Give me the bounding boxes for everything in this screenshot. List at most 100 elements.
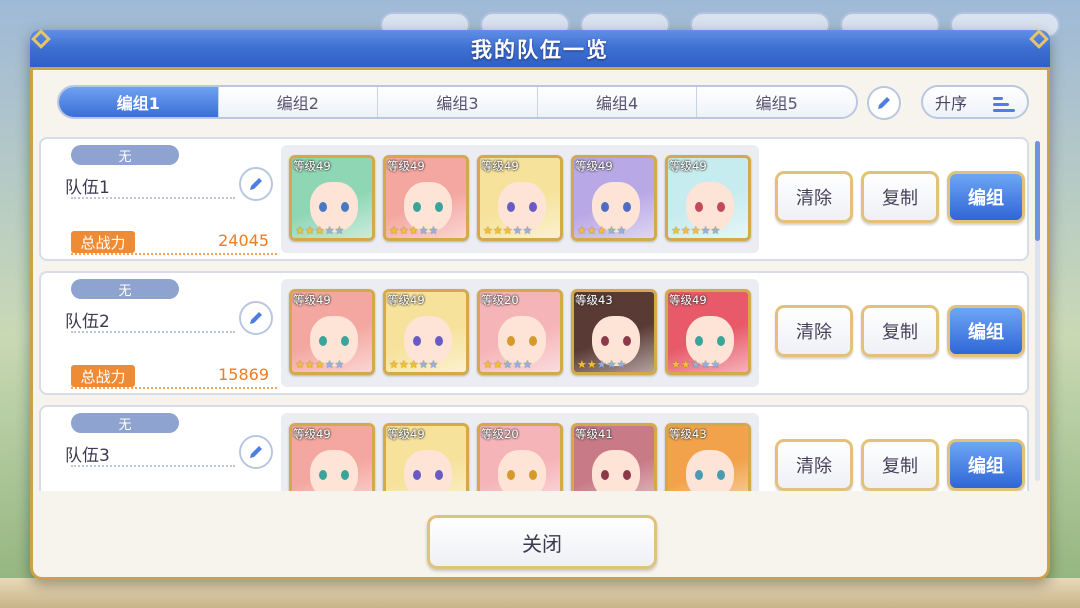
character-portrait[interactable]: 等级43★★★★★ [571,289,657,375]
close-button[interactable]: 关闭 [427,515,657,569]
rename-group-button[interactable] [867,86,901,120]
character-eye [695,470,703,480]
background-bottom-nav [0,578,1080,608]
character-level: 等级49 [669,293,707,307]
corner-ornament-icon [1029,29,1049,49]
character-eye [319,202,327,212]
sort-icon [993,97,1015,115]
copy-button[interactable]: 复制 [861,305,939,357]
character-eye [413,470,421,480]
character-eye [341,470,349,480]
character-portrait[interactable]: 等级49★★★★★ [383,423,469,491]
total-power-label: 总战力 [71,365,135,387]
divider [71,387,277,389]
character-eye [717,470,725,480]
team-row: 无 队伍1 总战力 24045 等级49 ★★★★★ 等级49 ★★★★★ 等级49 ★★… [39,137,1029,261]
star-rating-icon: ★★★★★ [483,358,533,371]
character-portrait[interactable]: 等级20 ★★★★★ [477,289,563,375]
character-eye [529,202,537,212]
character-portrait[interactable]: 等级49 ★★★★★ [665,155,751,241]
pencil-icon [878,97,890,109]
character-portrait[interactable]: 等级49★★★★★ [289,289,375,375]
star-rating-icon: ★★★★★ [671,358,721,371]
character-eye [717,336,725,346]
character-eye [623,336,631,346]
tab-group-3[interactable]: 编组3 [378,87,538,117]
character-portrait[interactable]: 等级49★★★★★ [289,155,375,241]
character-eye [507,336,515,346]
team-list[interactable]: 无 队伍1 总战力 24045 等级49 ★★★★★ 等级49 ★★★★★ 等级49 ★★… [39,137,1029,491]
edit-team-button[interactable]: 编组 [947,171,1025,223]
list-scrollbar[interactable] [1035,141,1040,481]
character-portrait[interactable]: 等级49★★★★★ [571,155,657,241]
group-tab-bar: 编组1 编组2 编组3 编组4 编组5 [57,85,858,119]
character-eye [623,470,631,480]
tab-group-2[interactable]: 编组2 [218,87,379,117]
character-eye [507,202,515,212]
star-rating-icon: ★★★★★ [671,224,721,237]
copy-button[interactable]: 复制 [861,171,939,223]
clear-button[interactable]: 清除 [775,439,853,491]
total-power-value: 15869 [218,365,269,384]
scrollbar-thumb[interactable] [1035,141,1040,241]
character-level: 等级49 [387,427,425,441]
character-portrait[interactable]: 等级41★★★★★ [571,423,657,491]
rename-team-button[interactable] [239,167,273,201]
character-level: 等级49 [293,159,331,173]
team-members: 等级49★★★★★等级49★★★★★等级20★★★★★等级41★★★★★等级43… [281,413,759,491]
character-eye [341,336,349,346]
character-portrait[interactable]: 等级49 ★★★★★ [665,289,751,375]
character-eye [529,336,537,346]
character-portrait[interactable]: 等级49★★★★★ [383,289,469,375]
pencil-icon [250,178,262,190]
character-eye [623,202,631,212]
character-portrait[interactable]: 等级49★★★★★ [289,423,375,491]
star-rating-icon: ★★★★★ [389,224,439,237]
rename-team-button[interactable] [239,435,273,469]
character-level: 等级41 [575,427,613,441]
character-level: 等级43 [669,427,707,441]
character-level: 等级49 [481,159,519,173]
team-members: 等级49 ★★★★★ 等级49 ★★★★★ 等级49 ★★★★★ 等级49 ★★★★★ 等级49… [281,145,759,253]
character-level: 等级49 [669,159,707,173]
character-portrait[interactable]: 等级49 ★★★★★ [383,155,469,241]
character-level: 等级20 [481,293,519,307]
character-eye [507,470,515,480]
character-eye [601,202,609,212]
character-face [592,450,640,491]
character-portrait[interactable]: 等级20★★★★★ [477,423,563,491]
team-tag: 无 [71,413,179,433]
character-level: 等级49 [387,293,425,307]
character-eye [413,202,421,212]
sort-order-button[interactable]: 升序 [921,85,1029,119]
character-face [686,450,734,491]
tab-group-1[interactable]: 编组1 [59,87,219,117]
star-rating-icon: ★★★★★ [577,358,627,371]
tab-group-4[interactable]: 编组4 [537,87,698,117]
sort-order-label: 升序 [935,94,968,113]
rename-team-button[interactable] [239,301,273,335]
character-portrait[interactable]: 等级43★★★★★ [665,423,751,491]
team-row: 无 队伍3 等级49★★★★★等级49★★★★★等级20★★★★★等级41★★★… [39,405,1029,491]
total-power-label: 总战力 [71,231,135,253]
total-power-value: 24045 [218,231,269,250]
character-eye [319,336,327,346]
tab-group-5[interactable]: 编组5 [697,87,856,117]
character-eye [695,202,703,212]
character-level: 等级49 [293,427,331,441]
edit-team-button[interactable]: 编组 [947,439,1025,491]
divider [71,253,277,255]
character-eye [341,202,349,212]
clear-button[interactable]: 清除 [775,171,853,223]
edit-team-button[interactable]: 编组 [947,305,1025,357]
clear-button[interactable]: 清除 [775,305,853,357]
divider [71,331,235,333]
character-face [310,450,358,491]
character-eye [529,470,537,480]
character-portrait[interactable]: 等级49 ★★★★★ [477,155,563,241]
star-rating-icon: ★★★★★ [483,224,533,237]
character-eye [601,336,609,346]
team-row: 无 队伍2 总战力 15869 等级49 ★★★★★ 等级49 ★★★★★ 等级20 ★★… [39,271,1029,395]
character-level: 等级49 [387,159,425,173]
copy-button[interactable]: 复制 [861,439,939,491]
